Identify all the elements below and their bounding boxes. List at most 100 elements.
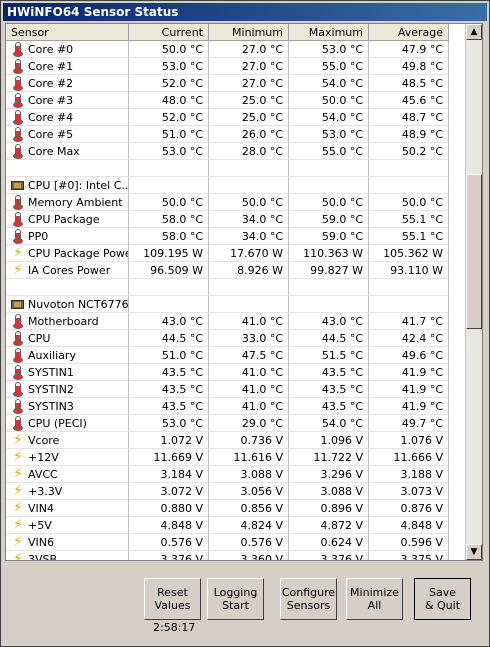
minimum-value: 41.0 °C (209, 381, 289, 398)
save-quit-label-2: & Quit (424, 599, 461, 612)
column-header-minimum[interactable]: Minimum (209, 24, 289, 41)
sensor-row[interactable]: ⚡ +5V 4.848 V 4.824 V 4.872 V 4.848 V (6, 517, 467, 534)
sensor-row[interactable]: ⚡ VIN6 0.576 V 0.576 V 0.624 V 0.596 V (6, 534, 467, 551)
current-value: 52.0 °C (129, 109, 209, 126)
sensor-name: AVCC (6, 466, 129, 483)
sensor-name: SYSTIN3 (6, 398, 129, 415)
current-value: 58.0 °C (129, 228, 209, 245)
group-name: CPU [#0]: Intel C... (6, 177, 129, 194)
average-value: 49.8 °C (369, 58, 449, 75)
average-value: 41.7 °C (369, 313, 449, 330)
average-value: 49.7 °C (369, 415, 449, 432)
sensor-list[interactable]: Sensor Current Minimum Maximum Average C… (5, 23, 483, 561)
maximum-value: 55.0 °C (289, 143, 369, 160)
reset-values-button[interactable]: Reset Values (144, 578, 201, 620)
sensor-row[interactable]: ⚡ +12V 11.669 V 11.616 V 11.722 V 11.666 V (6, 449, 467, 466)
maximum-value: 1.096 V (289, 432, 369, 449)
average-value: 50.2 °C (369, 143, 449, 160)
logging-start-button[interactable]: Logging Start (207, 578, 264, 620)
average-value: 41.9 °C (369, 398, 449, 415)
sensor-row[interactable]: CPU 44.5 °C 33.0 °C 44.5 °C 42.4 °C (6, 330, 467, 347)
scroll-up-arrow[interactable]: ▲ (466, 24, 482, 40)
minimum-value: 50.0 °C (209, 194, 289, 211)
sensor-row[interactable]: SYSTIN3 43.5 °C 41.0 °C 43.5 °C 41.9 °C (6, 398, 467, 415)
average-value: 105.362 W (369, 245, 449, 262)
sensor-name: Core #5 (6, 126, 129, 143)
minimize-all-button[interactable]: Minimize All (346, 578, 403, 620)
configure-sensors-label-1: Configure (281, 586, 336, 599)
sensor-row[interactable]: SYSTIN1 43.5 °C 41.0 °C 43.5 °C 41.9 °C (6, 364, 467, 381)
sensor-row[interactable]: ⚡ Vcore 1.072 V 0.736 V 1.096 V 1.076 V (6, 432, 467, 449)
sensor-row[interactable]: Core #0 50.0 °C 27.0 °C 53.0 °C 47.9 °C (6, 41, 467, 58)
minimum-value: 3.088 V (209, 466, 289, 483)
sensor-row[interactable]: SYSTIN2 43.5 °C 41.0 °C 43.5 °C 41.9 °C (6, 381, 467, 398)
column-header-maximum[interactable]: Maximum (289, 24, 369, 41)
logging-start-label-1: Logging (213, 586, 258, 599)
sensor-row[interactable]: Core #4 52.0 °C 25.0 °C 54.0 °C 48.7 °C (6, 109, 467, 126)
reset-values-label-2: Values (154, 599, 191, 612)
sensor-row[interactable]: Core #5 51.0 °C 26.0 °C 53.0 °C 48.9 °C (6, 126, 467, 143)
current-value: 109.195 W (129, 245, 209, 262)
column-header-average[interactable]: Average (369, 24, 449, 41)
minimum-value: 4.824 V (209, 517, 289, 534)
minimum-value: 3.056 V (209, 483, 289, 500)
minimum-value: 34.0 °C (209, 211, 289, 228)
column-header-sensor[interactable]: Sensor (6, 24, 129, 41)
sensor-name: PP0 (6, 228, 129, 245)
minimum-value (209, 177, 289, 194)
sensor-row[interactable]: CPU (PECI) 53.0 °C 29.0 °C 54.0 °C 49.7 °C (6, 415, 467, 432)
maximum-value: 3.296 V (289, 466, 369, 483)
current-value: 3.184 V (129, 466, 209, 483)
vertical-scrollbar[interactable]: ▲ ▼ (465, 24, 482, 560)
scroll-thumb[interactable] (466, 174, 482, 329)
sensor-row[interactable]: PP0 58.0 °C 34.0 °C 59.0 °C 55.1 °C (6, 228, 467, 245)
current-value (129, 177, 209, 194)
sensor-row[interactable]: ⚡ CPU Package Power 109.195 W 17.670 W 110.3… (6, 245, 467, 262)
maximum-value: 99.827 W (289, 262, 369, 279)
average-value: 48.5 °C (369, 75, 449, 92)
sensor-row[interactable]: Core #3 48.0 °C 25.0 °C 50.0 °C 45.6 °C (6, 92, 467, 109)
average-value (369, 279, 449, 296)
current-value: 50.0 °C (129, 41, 209, 58)
minimum-value: 3.360 V (209, 551, 289, 560)
sensor-row[interactable]: Memory Ambient 50.0 °C 50.0 °C 50.0 °C 50.0 … (6, 194, 467, 211)
current-value: 52.0 °C (129, 75, 209, 92)
sensor-row[interactable]: ⚡ IA Cores Power 96.509 W 8.926 W 99.827 W 93… (6, 262, 467, 279)
average-value: 0.596 V (369, 534, 449, 551)
sensor-row[interactable]: ⚡ 3VSB 3.376 V 3.360 V 3.376 V 3.375 V (6, 551, 467, 560)
configure-sensors-button[interactable]: Configure Sensors (280, 578, 337, 620)
sensor-name: Core #3 (6, 92, 129, 109)
maximum-value (289, 160, 369, 177)
sensor-row[interactable]: ⚡ VIN4 0.880 V 0.856 V 0.896 V 0.876 V (6, 500, 467, 517)
sensor-row[interactable]: Motherboard 43.0 °C 41.0 °C 43.0 °C 41.7 °C (6, 313, 467, 330)
sensor-row[interactable]: Core #1 53.0 °C 27.0 °C 55.0 °C 49.8 °C (6, 58, 467, 75)
scroll-down-arrow[interactable]: ▼ (466, 544, 482, 560)
sensor-name: SYSTIN1 (6, 364, 129, 381)
sensor-row[interactable]: Core #2 52.0 °C 27.0 °C 54.0 °C 48.5 °C (6, 75, 467, 92)
save-quit-button[interactable]: Save & Quit (414, 578, 471, 620)
sensor-row[interactable]: Auxiliary 51.0 °C 47.5 °C 51.5 °C 49.6 °C (6, 347, 467, 364)
minimum-value: 0.576 V (209, 534, 289, 551)
sensor-group-row[interactable]: Nuvoton NCT6776F (6, 296, 467, 313)
sensor-row[interactable]: ⚡ +3.3V 3.072 V 3.056 V 3.088 V 3.073 V (6, 483, 467, 500)
minimum-value: 29.0 °C (209, 415, 289, 432)
sensor-row[interactable]: CPU Package 58.0 °C 34.0 °C 59.0 °C 55.1 °C (6, 211, 467, 228)
sensor-row[interactable]: ⚡ AVCC 3.184 V 3.088 V 3.296 V 3.188 V (6, 466, 467, 483)
average-value: 55.1 °C (369, 211, 449, 228)
sensor-name: Motherboard (6, 313, 129, 330)
group-name: Nuvoton NCT6776F (6, 296, 129, 313)
average-value: 50.0 °C (369, 194, 449, 211)
column-header-current[interactable]: Current (129, 24, 209, 41)
maximum-value (289, 296, 369, 313)
maximum-value: 51.5 °C (289, 347, 369, 364)
maximum-value: 43.5 °C (289, 364, 369, 381)
sensor-name: +3.3V (6, 483, 129, 500)
sensor-group-row[interactable]: CPU [#0]: Intel C... (6, 177, 467, 194)
current-value: 3.072 V (129, 483, 209, 500)
maximum-value: 44.5 °C (289, 330, 369, 347)
sensor-name: VIN4 (6, 500, 129, 517)
sensor-row[interactable]: Core Max 53.0 °C 28.0 °C 55.0 °C 50.2 °C (6, 143, 467, 160)
minimize-all-label-2: All (367, 599, 382, 612)
minimum-value: 0.856 V (209, 500, 289, 517)
average-value: 1.076 V (369, 432, 449, 449)
